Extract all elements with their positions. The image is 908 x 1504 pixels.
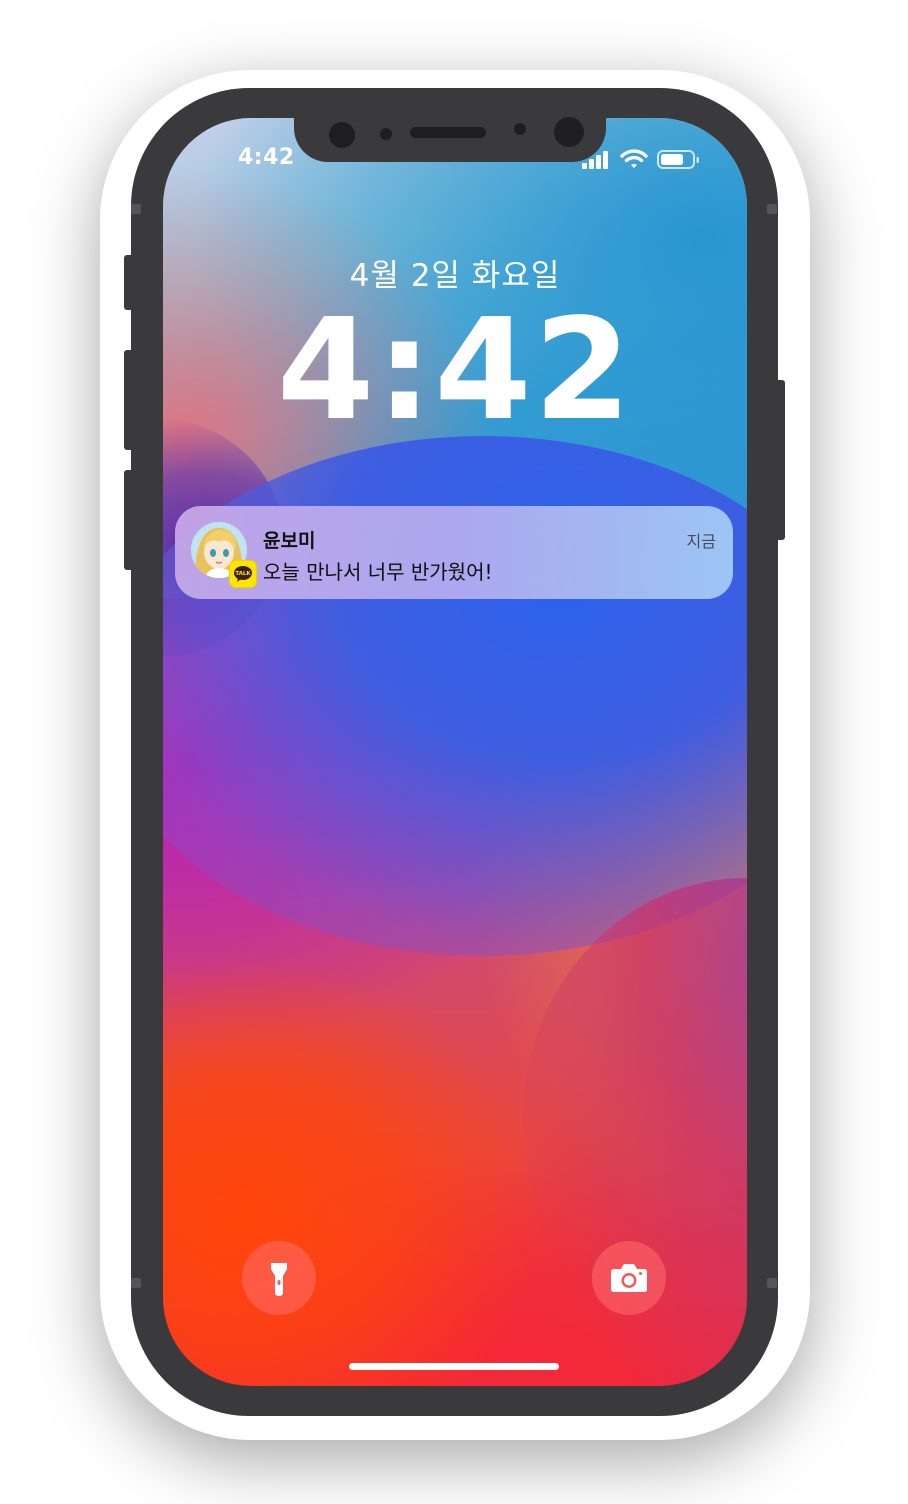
battery-icon: [657, 150, 699, 169]
signal-icon: [582, 151, 608, 169]
home-indicator[interactable]: [349, 1363, 559, 1370]
notification-sender: 윤보미: [263, 530, 316, 552]
front-camera: [329, 122, 355, 148]
lock-clock: 4:42: [276, 289, 634, 452]
flashlight-button[interactable]: [242, 1241, 316, 1315]
camera-button[interactable]: [592, 1241, 666, 1315]
antenna-band: [131, 1278, 141, 1288]
wifi-icon: [620, 149, 648, 168]
notification-message: 오늘 만나서 너무 반가웠어!: [263, 560, 493, 584]
antenna-band: [767, 1278, 777, 1288]
notification-time: 지금: [686, 532, 716, 551]
flashlight-icon: [271, 1263, 287, 1296]
face-id-sensor: [554, 117, 584, 147]
earpiece-speaker: [410, 127, 486, 138]
talk-badge-text: TALK: [235, 571, 251, 577]
notch: [294, 110, 606, 162]
antenna-band: [767, 204, 777, 214]
kakaotalk-icon: TALK: [229, 560, 257, 588]
chat-bubble-icon: TALK: [234, 566, 252, 582]
antenna-band: [131, 204, 141, 214]
status-icons: [580, 148, 710, 172]
sensor-dot: [380, 128, 392, 140]
stage: 4:42 4월 2일 화요일 4:42 TALK 윤보미 오늘 만나서 너무 반…: [0, 0, 908, 1504]
camera-icon: [611, 1264, 647, 1292]
sensor-dot: [514, 123, 526, 135]
status-time: 4:42: [238, 145, 295, 170]
